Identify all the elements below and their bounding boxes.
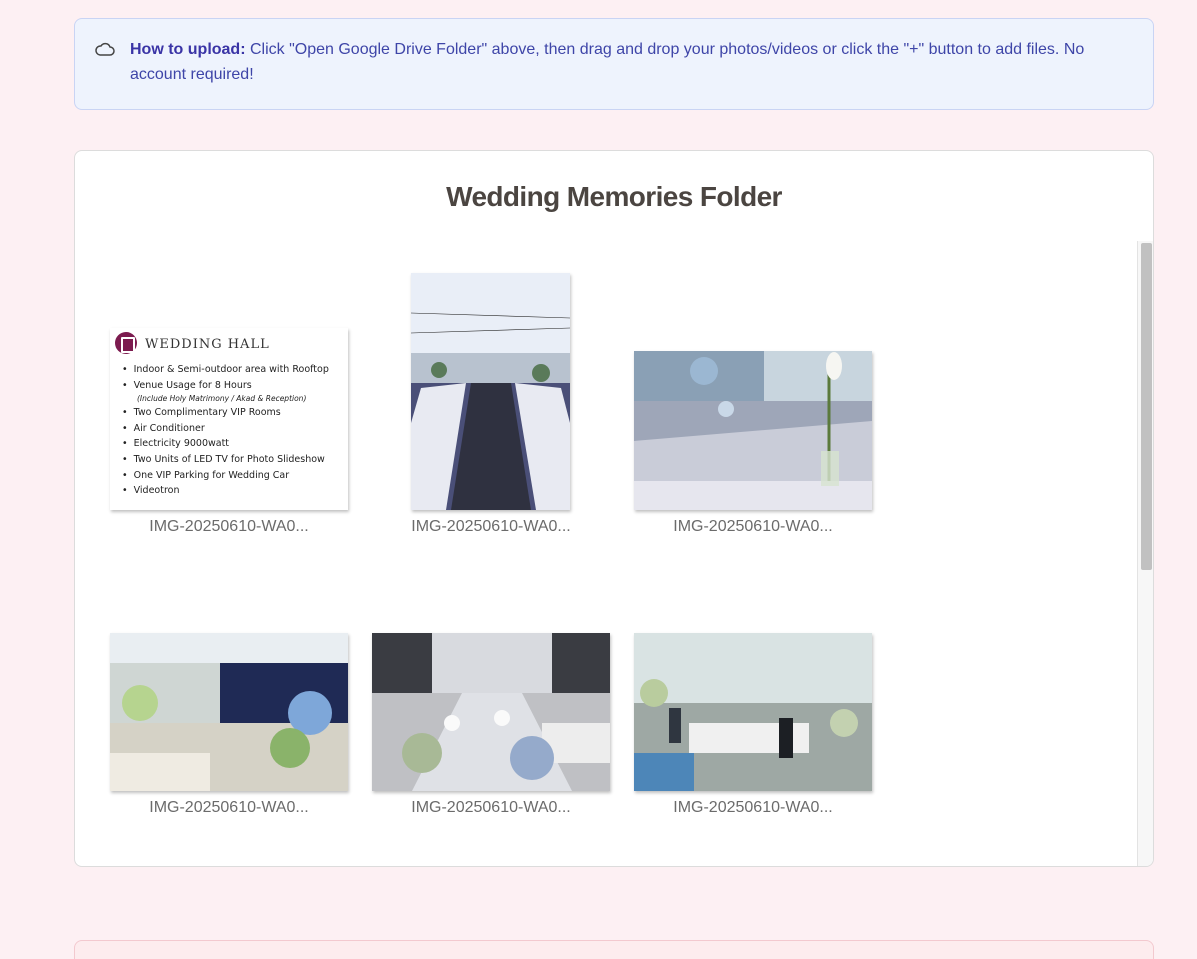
file-name[interactable]: IMG-20250610-WA0...	[110, 518, 348, 536]
file-thumbnail[interactable]	[110, 633, 348, 791]
poster-list: Indoor & Semi-outdoor area with Rooftop …	[122, 362, 329, 499]
poster-item: Two Complimentary VIP Rooms	[122, 405, 329, 421]
scrollbar-thumb[interactable]	[1141, 243, 1152, 570]
file-thumbnail[interactable]	[634, 633, 872, 791]
folder-scrollbar[interactable]	[1137, 241, 1153, 866]
folder-grid[interactable]: WEDDING HALL Indoor & Semi-outdoor area …	[75, 241, 1137, 866]
file-thumbnail[interactable]: WEDDING HALL Indoor & Semi-outdoor area …	[110, 328, 348, 510]
upload-info-label: How to upload:	[130, 41, 246, 58]
file-name[interactable]: IMG-20250610-WA0...	[372, 518, 610, 536]
poster-item: Videotron	[122, 483, 329, 499]
file-name[interactable]: IMG-20250610-WA0...	[110, 799, 348, 817]
next-section-card	[74, 940, 1154, 959]
file-name[interactable]: IMG-20250610-WA0...	[634, 799, 872, 817]
poster-title: WEDDING HALL	[145, 337, 270, 352]
file-name[interactable]: IMG-20250610-WA0...	[372, 799, 610, 817]
upload-info-text: Click "Open Google Drive Folder" above, …	[130, 41, 1085, 83]
poster-item: Venue Usage for 8 Hours	[122, 378, 329, 394]
cloud-icon	[95, 42, 115, 56]
drive-folder-panel: Wedding Memories Folder WEDDING HALL Ind…	[74, 150, 1154, 867]
file-thumbnail[interactable]	[372, 633, 610, 791]
wedding-hall-logo-icon	[115, 332, 137, 354]
folder-title: Wedding Memories Folder	[446, 181, 782, 212]
poster-item: Indoor & Semi-outdoor area with Rooftop	[122, 362, 329, 378]
file-name[interactable]: IMG-20250610-WA0...	[634, 518, 872, 536]
poster-item: Two Units of LED TV for Photo Slideshow	[122, 452, 329, 468]
poster-item: Electricity 9000watt	[122, 436, 329, 452]
file-thumbnail[interactable]	[634, 351, 872, 510]
poster-item: Air Conditioner	[122, 421, 329, 437]
upload-info-banner: How to upload: Click "Open Google Drive …	[74, 18, 1154, 110]
file-thumbnail[interactable]	[411, 273, 570, 510]
poster-item: One VIP Parking for Wedding Car	[122, 468, 329, 484]
poster-item: (Include Holy Matrimony / Akad & Recepti…	[137, 394, 307, 404]
